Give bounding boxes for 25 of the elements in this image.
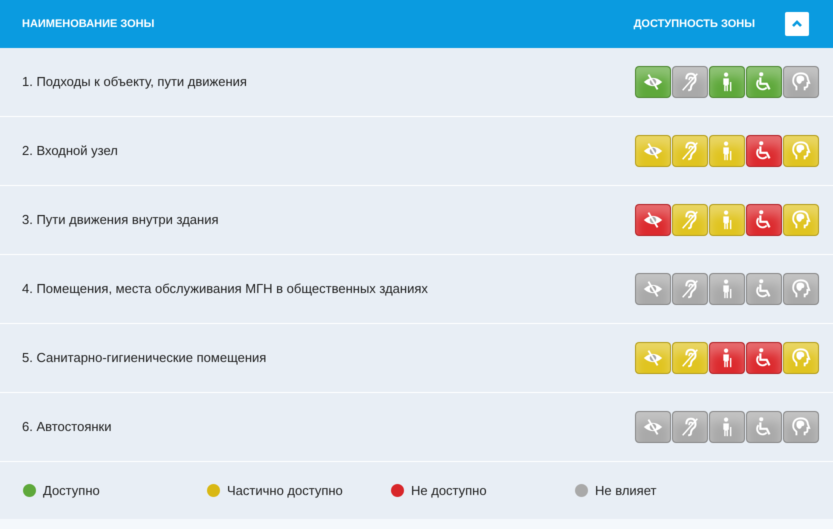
ear-icon (679, 347, 701, 369)
ear-icon (679, 416, 701, 438)
ear-icon (679, 209, 701, 231)
zone-name: 5. Санитарно-гигиенические помещения (22, 349, 268, 368)
column-header: ДОСТУПНОСТЬ ЗОНЫ (634, 16, 755, 32)
collapse-button[interactable] (785, 12, 809, 36)
zone-name: 3. Пути движения внутри здания (22, 211, 220, 230)
head-icon (790, 278, 812, 300)
ear-icon (679, 140, 701, 162)
head-icon (790, 140, 812, 162)
ear-icon (679, 71, 701, 93)
zone-name: 1. Подходы к объекту, пути движения (22, 73, 248, 92)
legend-label: Не влияет (595, 482, 656, 500)
legend-label: Доступно (43, 482, 100, 500)
column-header: НАИМЕНОВАНИЕ ЗОНЫ (22, 16, 156, 32)
zone-name: 4. Помещения, места обслуживания МГН в общественных зданиях (22, 280, 429, 298)
head-icon (790, 209, 812, 231)
head-icon (790, 416, 812, 438)
ear-icon (679, 278, 701, 300)
legend-label: Частично доступно (227, 482, 343, 500)
head-icon (790, 347, 812, 369)
zone-name: 2. Входной узел (22, 142, 119, 160)
legend-label: Не доступно (411, 482, 487, 500)
zone-name: 6. Автостоянки (22, 418, 112, 436)
head-icon (790, 71, 812, 93)
